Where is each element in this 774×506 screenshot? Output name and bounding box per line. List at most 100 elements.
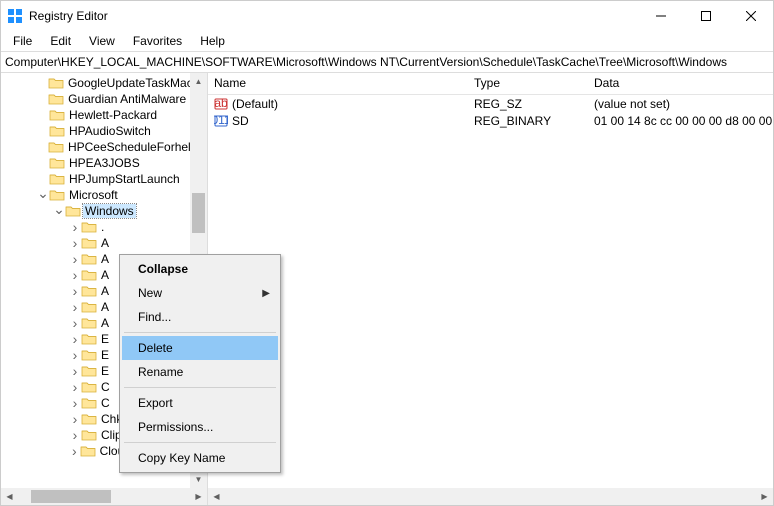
scroll-left-icon[interactable]: ◀ bbox=[1, 488, 18, 505]
values-pane: Name Type Data ab(Default)REG_SZ(value n… bbox=[208, 73, 773, 488]
scroll-down-icon[interactable]: ▼ bbox=[190, 471, 207, 488]
column-name[interactable]: Name bbox=[208, 73, 468, 94]
tree-item[interactable]: HPCeeScheduleForhellc bbox=[1, 139, 190, 155]
tree-item-label: A bbox=[99, 268, 111, 282]
folder-icon bbox=[81, 316, 97, 330]
expand-icon[interactable]: › bbox=[69, 251, 81, 267]
title-bar: Registry Editor bbox=[1, 1, 773, 31]
expand-icon[interactable]: › bbox=[69, 267, 81, 283]
scroll-up-icon[interactable]: ▲ bbox=[190, 73, 207, 90]
expand-icon[interactable]: › bbox=[69, 395, 81, 411]
address-bar[interactable]: Computer\HKEY_LOCAL_MACHINE\SOFTWARE\Mic… bbox=[1, 51, 773, 73]
tree-item[interactable]: HPEA3JOBS bbox=[1, 155, 190, 171]
list-body[interactable]: ab(Default)REG_SZ(value not set)011SDREG… bbox=[208, 95, 773, 129]
ctx-find[interactable]: Find... bbox=[122, 305, 278, 329]
scroll-thumb[interactable] bbox=[31, 490, 111, 503]
folder-icon bbox=[81, 332, 97, 346]
content-area: GoogleUpdateTaskMachGuardian AntiMalware… bbox=[1, 73, 773, 488]
column-type[interactable]: Type bbox=[468, 73, 588, 94]
folder-icon bbox=[81, 396, 97, 410]
tree-item[interactable]: ›. bbox=[1, 219, 190, 235]
regedit-icon bbox=[7, 8, 23, 24]
folder-icon bbox=[49, 108, 65, 122]
list-row[interactable]: ab(Default)REG_SZ(value not set) bbox=[208, 95, 773, 112]
tree-item[interactable]: ›A bbox=[1, 235, 190, 251]
folder-icon bbox=[48, 92, 64, 106]
expand-icon[interactable]: › bbox=[69, 331, 81, 347]
list-row[interactable]: 011SDREG_BINARY01 00 14 8c cc 00 00 00 d… bbox=[208, 112, 773, 129]
column-data[interactable]: Data bbox=[588, 73, 773, 94]
expand-icon[interactable]: › bbox=[69, 315, 81, 331]
scroll-left-icon[interactable]: ◀ bbox=[208, 488, 225, 505]
tree-item[interactable]: HPAudioSwitch bbox=[1, 123, 190, 139]
ctx-delete[interactable]: Delete bbox=[122, 336, 278, 360]
tree-item[interactable]: ⌄ Windows bbox=[1, 203, 190, 219]
tree-item[interactable]: GoogleUpdateTaskMach bbox=[1, 75, 190, 91]
ctx-permissions[interactable]: Permissions... bbox=[122, 415, 278, 439]
value-name: SD bbox=[232, 114, 249, 128]
expand-icon[interactable]: › bbox=[69, 219, 81, 235]
ctx-new[interactable]: New▶ bbox=[122, 281, 278, 305]
menu-favorites[interactable]: Favorites bbox=[125, 32, 190, 50]
expand-icon[interactable]: › bbox=[69, 283, 81, 299]
maximize-button[interactable] bbox=[683, 1, 728, 31]
submenu-arrow-icon: ▶ bbox=[262, 288, 270, 299]
reg-string-icon: ab bbox=[214, 97, 228, 111]
tree-item-label: HPAudioSwitch bbox=[67, 124, 153, 138]
tree-horizontal-scrollbar[interactable]: ◀ ▶ bbox=[1, 488, 208, 505]
expand-icon[interactable]: › bbox=[69, 411, 81, 427]
menu-edit[interactable]: Edit bbox=[42, 32, 79, 50]
tree-item-label: E bbox=[99, 364, 111, 378]
tree-item-label: HPCeeScheduleForhellc bbox=[66, 140, 190, 154]
folder-icon bbox=[81, 268, 97, 282]
ctx-rename[interactable]: Rename bbox=[122, 360, 278, 384]
tree-item-label: E bbox=[99, 348, 111, 362]
svg-text:ab: ab bbox=[214, 97, 228, 110]
tree-item-label: Windows bbox=[83, 204, 136, 218]
list-header: Name Type Data bbox=[208, 73, 773, 95]
expand-icon[interactable]: › bbox=[69, 347, 81, 363]
folder-icon bbox=[48, 76, 64, 90]
scroll-right-icon[interactable]: ▶ bbox=[756, 488, 773, 505]
menu-file[interactable]: File bbox=[5, 32, 40, 50]
tree-item-label: A bbox=[99, 252, 111, 266]
tree-item-label: GoogleUpdateTaskMach bbox=[66, 76, 190, 90]
minimize-button[interactable] bbox=[638, 1, 683, 31]
ctx-export[interactable]: Export bbox=[122, 391, 278, 415]
ctx-copy-key-name[interactable]: Copy Key Name bbox=[122, 446, 278, 470]
list-horizontal-scrollbar[interactable]: ◀ ▶ bbox=[208, 488, 773, 505]
folder-icon bbox=[81, 412, 97, 426]
value-data: (value not set) bbox=[588, 97, 773, 111]
scroll-right-icon[interactable]: ▶ bbox=[190, 488, 207, 505]
collapse-icon[interactable]: ⌄ bbox=[53, 201, 65, 218]
folder-icon bbox=[81, 428, 97, 442]
tree-item[interactable]: Guardian AntiMalware S bbox=[1, 91, 190, 107]
expand-icon[interactable]: › bbox=[69, 379, 81, 395]
menu-help[interactable]: Help bbox=[192, 32, 233, 50]
ctx-collapse[interactable]: Collapse bbox=[122, 257, 278, 281]
folder-icon bbox=[81, 364, 97, 378]
folder-icon bbox=[65, 204, 81, 218]
separator bbox=[124, 332, 276, 333]
tree-item[interactable]: Hewlett-Packard bbox=[1, 107, 190, 123]
value-type: REG_SZ bbox=[468, 97, 588, 111]
close-button[interactable] bbox=[728, 1, 773, 31]
folder-icon bbox=[81, 284, 97, 298]
expand-icon[interactable]: › bbox=[69, 299, 81, 315]
expand-icon[interactable]: › bbox=[69, 427, 81, 443]
tree-item-label: A bbox=[99, 236, 111, 250]
value-type: REG_BINARY bbox=[468, 114, 588, 128]
expand-icon[interactable]: › bbox=[69, 363, 81, 379]
folder-icon bbox=[81, 220, 97, 234]
tree-item-label: C bbox=[99, 380, 112, 394]
tree-item-label: Microsoft bbox=[67, 188, 120, 202]
expand-icon[interactable]: › bbox=[69, 443, 80, 459]
tree-item[interactable]: ⌄ Microsoft bbox=[1, 187, 190, 203]
tree-item[interactable]: HPJumpStartLaunch bbox=[1, 171, 190, 187]
menu-view[interactable]: View bbox=[81, 32, 123, 50]
scroll-thumb[interactable] bbox=[192, 193, 205, 233]
collapse-icon[interactable]: ⌄ bbox=[37, 185, 49, 202]
folder-icon bbox=[81, 252, 97, 266]
folder-icon bbox=[48, 140, 64, 154]
expand-icon[interactable]: › bbox=[69, 235, 81, 251]
